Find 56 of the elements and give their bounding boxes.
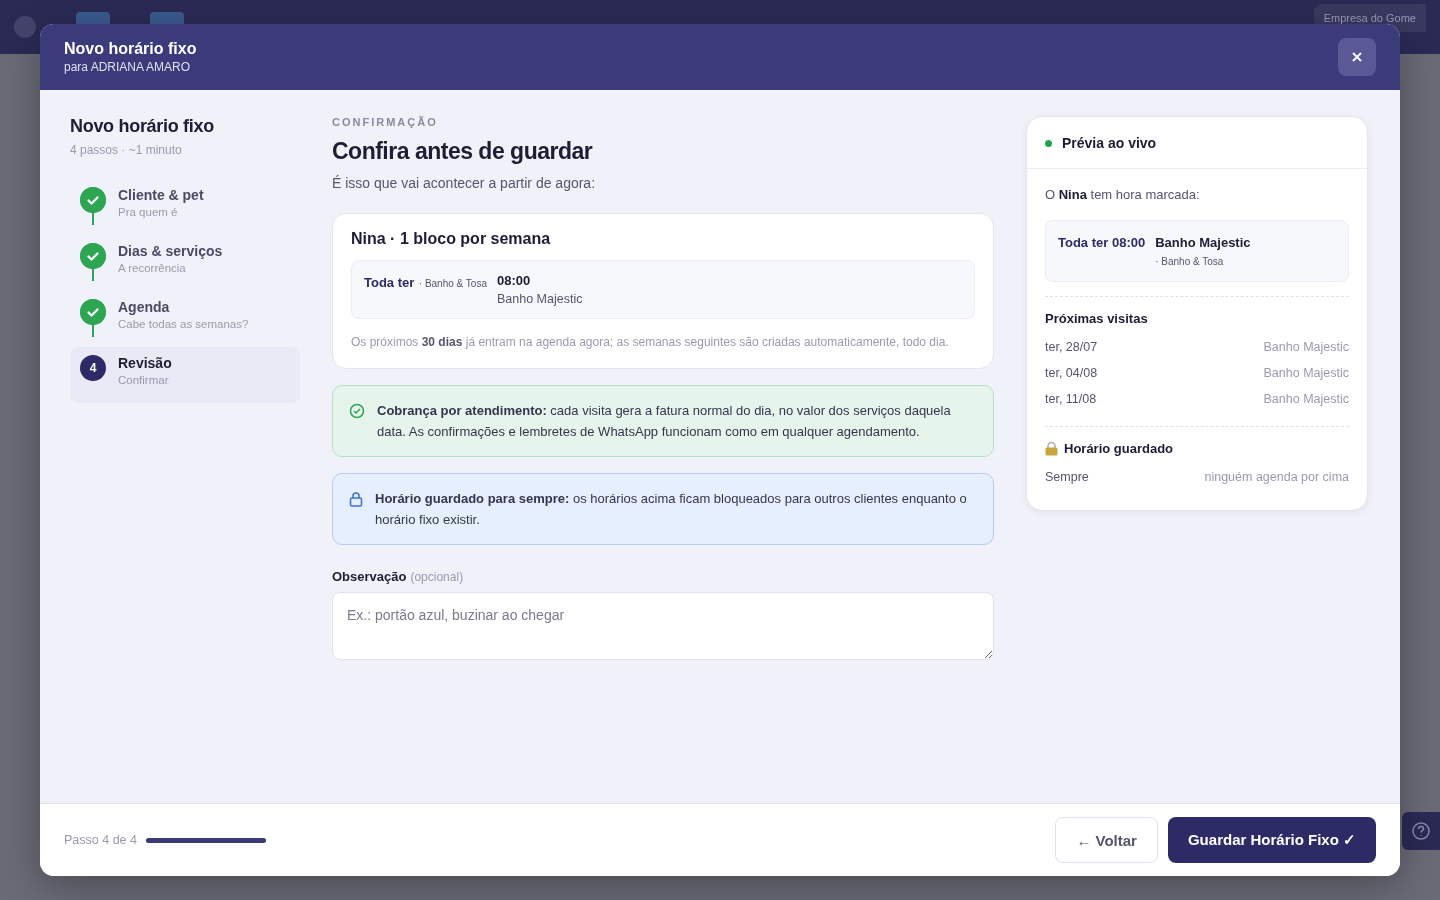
field-hint: (opcional)	[410, 570, 464, 584]
slot-service: Banho Majestic	[497, 292, 583, 306]
step-hint: Pra quem é	[118, 206, 179, 218]
lock-label: Sempre	[1045, 470, 1089, 484]
wizard-title: Novo horário fixo	[70, 116, 215, 137]
slot-service: Banho Majestic	[1155, 235, 1251, 250]
wizard-step[interactable]: 4 Revisão Confirmar	[70, 347, 300, 403]
wizard-step[interactable]: Agenda Cabe todas as semanas?	[70, 291, 300, 347]
step-label: Agenda	[118, 299, 171, 315]
lock-title: Horário guardado	[1064, 441, 1174, 456]
check-circle-icon	[349, 403, 365, 419]
progress-text: Passo 4 de 4	[64, 833, 137, 847]
modal-title: Novo horário fixo	[64, 40, 197, 58]
field-label: Observação	[332, 569, 407, 584]
visit-service: Banho Majestic	[1263, 392, 1349, 406]
slot-when: Toda ter 08:00	[1058, 235, 1146, 252]
preview-title: Prévia ao vivo	[1062, 135, 1157, 151]
section-intro: É isso que vai acontecer a partir de agora:	[332, 175, 597, 191]
slot-category: · Banho & Tosa	[418, 278, 487, 289]
modal-subtitle: para ADRIANA AMARO	[64, 60, 192, 74]
visit-date: ter, 04/08	[1045, 366, 1098, 380]
step-hint: Confirmar	[118, 374, 170, 386]
visit-service: Banho Majestic	[1263, 366, 1349, 380]
slot-day: Toda ter	[364, 275, 415, 290]
step-label: Revisão	[118, 355, 172, 371]
status-dot	[1045, 139, 1052, 147]
summary-note: Os próximos 30 dias já entram na agenda agora; as semanas seguintes são criadas automaticamente, todo dia.	[351, 334, 950, 351]
preview-intro: O Nina tem hora marcada:	[1045, 187, 1201, 202]
summary-title: Nina · 1 bloco por semana	[351, 230, 552, 248]
close-icon	[1352, 52, 1362, 62]
step-number: 4	[80, 355, 106, 381]
wizard-step[interactable]: Cliente & pet Pra quem é	[70, 179, 300, 235]
save-button[interactable]: Guardar Horário Fixo ✓	[1167, 817, 1376, 863]
wizard-step[interactable]: Dias & serviços A recorrência	[70, 235, 300, 291]
section-eyebrow: CONFIRMAÇÃO	[332, 116, 439, 128]
step-label: Cliente & pet	[118, 187, 204, 203]
lock-value: ninguém agenda por cima	[1204, 470, 1349, 484]
step-hint: Cabe todas as semanas?	[118, 318, 249, 330]
visits-title: Próximas visitas	[1045, 311, 1149, 326]
close-button[interactable]	[1338, 38, 1376, 76]
help-icon[interactable]	[1402, 812, 1440, 850]
step-hint: A recorrência	[118, 262, 187, 274]
wizard-meta: 4 passos · ~1 minuto	[70, 143, 183, 157]
padlock-icon	[1045, 441, 1058, 456]
observation-field[interactable]: Ex.: portão azul, buzinar ao chegar	[332, 592, 994, 660]
lock-icon	[349, 491, 363, 507]
back-button[interactable]: ← Voltar	[1055, 817, 1158, 863]
step-label: Dias & serviços	[118, 243, 223, 259]
slot-category: · Banho & Tosa	[1155, 256, 1225, 267]
visit-service: Banho Majestic	[1263, 340, 1349, 354]
slot-time: 08:00	[497, 273, 532, 288]
notice-text: Horário guardado para sempre: os horários acima ficam bloqueados para outros clientes enquanto o horário fixo existir.	[375, 490, 968, 529]
visit-date: ter, 11/08	[1045, 392, 1097, 406]
section-heading: Confira antes de guardar	[332, 138, 594, 165]
visit-date: ter, 28/07	[1045, 340, 1098, 354]
notice-text: Cobrança por atendimento: cada visita gera a fatura normal do dia, no valor dos serviços daquela data. As confirmações e lembretes de WhatsApp funcionam como em qualquer agendamento.	[377, 402, 952, 441]
